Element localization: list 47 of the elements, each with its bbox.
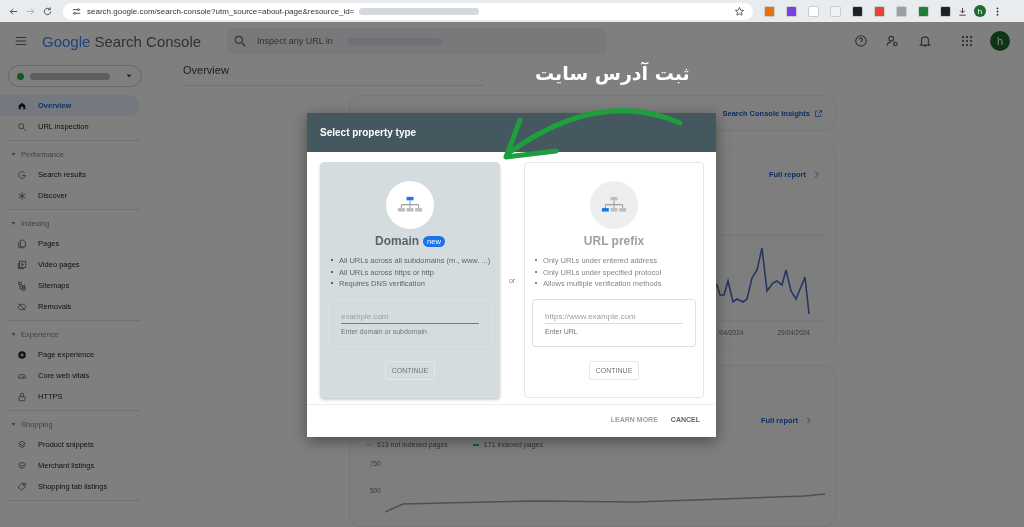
download-icon[interactable] <box>957 5 968 17</box>
lock-icon <box>17 391 27 402</box>
collapse-caret-icon <box>10 150 17 158</box>
back-icon[interactable] <box>8 5 19 17</box>
option-title: Domain <box>375 234 420 248</box>
sitemap-icon <box>17 280 27 291</box>
profile-avatar[interactable]: h <box>974 5 986 17</box>
help-icon[interactable] <box>854 34 868 48</box>
collapse-caret-icon <box>10 219 17 227</box>
extension-icon[interactable] <box>852 5 863 17</box>
asterisk-icon <box>17 190 27 201</box>
eye-off-icon <box>17 301 27 312</box>
bell-icon[interactable] <box>918 34 932 48</box>
search-icon <box>233 34 248 48</box>
reload-icon[interactable] <box>42 5 53 17</box>
dialog-title: Select property type <box>307 113 716 152</box>
page-title: Overview <box>183 60 483 86</box>
hierarchy-icon <box>601 195 628 215</box>
forward-icon[interactable] <box>25 5 36 17</box>
plus-circle-icon <box>17 349 27 360</box>
annotation-text: ثبت آدرس سایت <box>535 62 690 84</box>
video-icon <box>17 259 27 270</box>
home-icon <box>17 100 27 111</box>
search-icon <box>17 121 27 132</box>
url-text: search.google.com/search-console?utm_source=about-page&resource_id= <box>87 6 355 16</box>
option-title: URL prefix <box>583 234 645 248</box>
external-link-icon[interactable] <box>814 108 823 118</box>
collapse-caret-icon <box>10 420 17 428</box>
tag-icon <box>17 481 27 492</box>
site-info-icon[interactable] <box>71 5 82 17</box>
hierarchy-icon <box>396 195 423 215</box>
person-settings-icon[interactable] <box>886 34 900 48</box>
star-icon[interactable] <box>734 5 745 17</box>
apps-grid-icon[interactable] <box>960 34 974 48</box>
layers-icon <box>17 439 27 450</box>
circle-arc-icon <box>17 169 27 180</box>
collapse-caret-icon <box>10 330 17 338</box>
product-name: Search Console <box>94 32 202 50</box>
property-status-icon <box>17 72 24 80</box>
menu-icon[interactable] <box>14 34 28 48</box>
google-logo-text: Google <box>42 32 91 50</box>
extension-icon[interactable] <box>940 5 951 17</box>
dropdown-caret-icon <box>125 72 133 80</box>
layers-icon <box>17 460 27 471</box>
pages-icon <box>17 238 27 249</box>
address-bar[interactable]: search.google.com/search-console?utm_source=about-page&resource_id= <box>63 2 753 20</box>
account-avatar[interactable]: h <box>990 31 1010 51</box>
